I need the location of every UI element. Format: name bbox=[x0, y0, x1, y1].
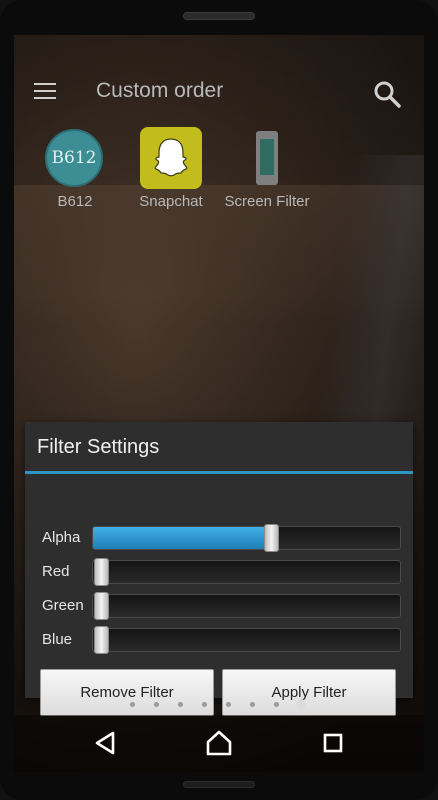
search-icon[interactable] bbox=[372, 79, 402, 109]
snapchat-ghost-icon bbox=[139, 125, 203, 189]
page-dot bbox=[202, 702, 207, 707]
page-dot bbox=[154, 702, 159, 707]
slider-label-red: Red bbox=[42, 563, 70, 580]
phone-frame: Custom order B612 B612 Snapchat Screen F… bbox=[0, 0, 438, 800]
page-dot bbox=[130, 702, 135, 707]
screen: Custom order B612 B612 Snapchat Screen F… bbox=[14, 35, 424, 772]
red-slider[interactable] bbox=[92, 558, 401, 586]
back-triangle-icon[interactable] bbox=[87, 725, 123, 761]
app-label: Screen Filter bbox=[224, 193, 310, 210]
blue-slider[interactable] bbox=[92, 626, 401, 654]
alpha-slider-fill bbox=[93, 527, 271, 549]
page-dot bbox=[250, 702, 255, 707]
page-dot-active bbox=[296, 699, 306, 709]
page-indicator bbox=[14, 699, 424, 711]
dialog-title-divider bbox=[25, 471, 413, 474]
page-dot bbox=[226, 702, 231, 707]
slider-label-blue: Blue bbox=[42, 631, 73, 648]
green-slider[interactable] bbox=[92, 592, 401, 620]
dialog-title: Filter Settings bbox=[37, 436, 160, 458]
screen-filter-app-icon bbox=[235, 125, 299, 189]
home-icon[interactable] bbox=[201, 725, 237, 761]
bottom-speaker-grill bbox=[183, 781, 255, 788]
green-slider-thumb[interactable] bbox=[94, 592, 109, 620]
page-dot bbox=[178, 702, 183, 707]
hamburger-menu-icon[interactable] bbox=[34, 83, 56, 99]
app-label: Snapchat bbox=[139, 193, 203, 210]
filter-settings-dialog: Filter Settings Alpha Red Green Blue Rem… bbox=[25, 422, 413, 716]
red-slider-thumb[interactable] bbox=[94, 558, 109, 586]
navigation-bar bbox=[14, 715, 424, 772]
app-b612[interactable]: B612 B612 bbox=[25, 125, 125, 210]
alpha-slider[interactable] bbox=[92, 524, 401, 552]
b612-app-icon: B612 bbox=[43, 125, 107, 189]
slider-label-alpha: Alpha bbox=[42, 529, 81, 546]
alpha-slider-thumb[interactable] bbox=[264, 524, 279, 552]
slider-label-green: Green bbox=[42, 597, 84, 614]
app-screen-filter[interactable]: Screen Filter bbox=[217, 125, 317, 210]
earpiece-speaker bbox=[183, 12, 255, 20]
page-dot bbox=[274, 702, 279, 707]
app-label: B612 bbox=[57, 193, 93, 210]
app-bar-title: Custom order bbox=[96, 79, 224, 102]
recents-square-icon[interactable] bbox=[315, 725, 351, 761]
b612-logo-text: B612 bbox=[45, 129, 103, 187]
blue-slider-thumb[interactable] bbox=[94, 626, 109, 654]
app-snapchat[interactable]: Snapchat bbox=[121, 125, 221, 210]
